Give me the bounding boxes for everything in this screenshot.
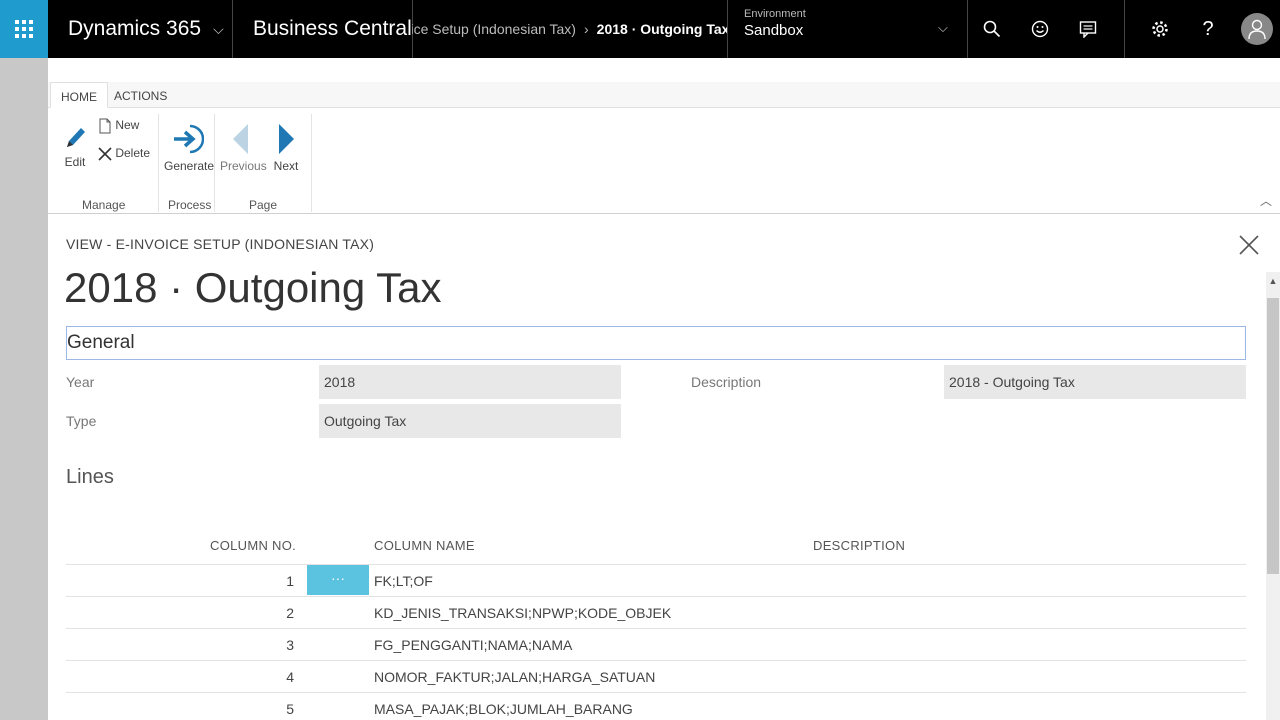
cell-column-name: NOMOR_FAKTUR;JALAN;HARGA_SATUAN [374, 669, 656, 685]
vertical-scrollbar[interactable]: ▲ [1266, 272, 1280, 720]
product-switcher[interactable]: Dynamics 365 ⌵ [68, 0, 224, 58]
action-ribbon: HOME ACTIONS Edit New Delete Generate Pr… [48, 58, 1280, 214]
close-icon[interactable] [1238, 234, 1262, 258]
divider [727, 0, 728, 58]
column-header-description[interactable]: DESCRIPTION [813, 538, 905, 553]
next-button[interactable]: Next [270, 124, 302, 173]
group-divider [214, 114, 215, 212]
group-divider [158, 114, 159, 212]
generate-label: Generate [164, 159, 215, 173]
cell-column-no: 5 [286, 701, 294, 717]
next-arrow-icon [279, 124, 294, 154]
top-bar: Dynamics 365 ⌵ Business Central E-Invoic… [0, 0, 1280, 58]
chat-message-icon[interactable] [1076, 17, 1100, 41]
table-row[interactable]: 3 FG_PENGGANTI;NAMA;NAMA [66, 628, 1246, 660]
help-icon[interactable]: ? [1196, 17, 1220, 41]
cell-column-no: 1 [286, 573, 294, 589]
table-row[interactable]: 5 MASA_PAJAK;BLOK;JUMLAH_BARANG [66, 692, 1246, 720]
chevron-down-icon[interactable]: ⌵ [938, 20, 948, 36]
delete-label: Delete [115, 146, 151, 160]
search-icon[interactable] [980, 17, 1004, 41]
breadcrumb: E-Invoice Setup (Indonesian Tax) › 2018 … [412, 0, 727, 58]
cell-column-name: FK;LT;OF [374, 573, 433, 589]
breadcrumb-current: 2018 · Outgoing Tax [596, 21, 727, 37]
row-more-options-button[interactable]: ··· [307, 565, 369, 595]
environment-label: Environment [744, 8, 806, 20]
column-header-no[interactable]: COLUMN NO. [210, 538, 296, 553]
divider [232, 0, 233, 58]
divider [967, 0, 968, 58]
type-field[interactable]: Outgoing Tax [319, 404, 621, 438]
breadcrumb-parent[interactable]: E-Invoice Setup (Indonesian Tax) [412, 21, 576, 37]
page-content: VIEW - E-INVOICE SETUP (INDONESIAN TAX) … [48, 214, 1280, 720]
group-divider [311, 114, 312, 212]
left-gutter [0, 58, 48, 720]
previous-arrow-icon [233, 124, 248, 154]
pencil-icon [67, 128, 85, 147]
year-label: Year [66, 374, 95, 390]
product-name: Dynamics 365 [68, 17, 202, 40]
collapse-ribbon-icon[interactable]: ︿ [1260, 192, 1272, 209]
tab-actions[interactable]: ACTIONS [104, 82, 177, 108]
new-label: New [115, 118, 140, 133]
type-label: Type [66, 413, 97, 429]
page-title: 2018 · Outgoing Tax [64, 264, 442, 311]
tab-home[interactable]: HOME [50, 82, 108, 108]
cell-column-name: MASA_PAJAK;BLOK;JUMLAH_BARANG [374, 701, 633, 717]
new-document-icon [99, 118, 111, 134]
group-label-process: Process [168, 198, 212, 212]
group-label-page: Page [249, 198, 278, 212]
description-label: Description [691, 374, 762, 390]
group-label-manage: Manage [82, 198, 126, 212]
cell-column-name: KD_JENIS_TRANSAKSI;NPWP;KODE_OBJEK [374, 605, 672, 621]
cell-column-no: 2 [286, 605, 294, 621]
divider [1124, 0, 1125, 58]
cell-column-name: FG_PENGGANTI;NAMA;NAMA [374, 637, 573, 653]
previous-button[interactable]: Previous [220, 124, 267, 173]
environment-picker[interactable]: Environment Sandbox [744, 8, 806, 39]
app-launcher-button[interactable] [0, 0, 48, 58]
generate-arrow-icon [174, 124, 205, 154]
previous-label: Previous [220, 159, 267, 173]
description-field[interactable]: 2018 - Outgoing Tax [944, 365, 1246, 399]
scrollbar-thumb[interactable] [1267, 298, 1279, 574]
app-name[interactable]: Business Central [253, 0, 412, 58]
cell-column-no: 4 [286, 669, 294, 685]
smiley-feedback-icon[interactable] [1028, 17, 1052, 41]
waffle-icon [15, 20, 33, 38]
page-caption: VIEW - E-INVOICE SETUP (INDONESIAN TAX) [66, 236, 375, 252]
generate-button[interactable]: Generate [164, 122, 215, 173]
table-row[interactable]: 2 KD_JENIS_TRANSAKSI;NPWP;KODE_OBJEK [66, 596, 1246, 628]
chevron-down-icon: ⌵ [213, 20, 224, 37]
scroll-up-arrow-icon[interactable]: ▲ [1266, 276, 1280, 286]
edit-button[interactable]: Edit [60, 124, 90, 169]
cell-column-no: 3 [286, 637, 294, 653]
lines-section-title: Lines [66, 466, 114, 488]
ribbon-tabs: HOME ACTIONS [48, 82, 1280, 108]
general-section-header[interactable]: General [66, 326, 1246, 360]
delete-button[interactable]: Delete [98, 146, 150, 161]
delete-x-icon [98, 147, 112, 161]
table-row[interactable]: 4 NOMOR_FAKTUR;JALAN;HARGA_SATUAN [66, 660, 1246, 692]
column-header-name[interactable]: COLUMN NAME [374, 538, 475, 553]
environment-value: Sandbox [744, 22, 804, 39]
chevron-right-icon: › [583, 21, 589, 37]
gear-icon[interactable] [1148, 17, 1172, 41]
edit-label: Edit [64, 155, 86, 169]
year-field[interactable]: 2018 [319, 365, 621, 399]
next-label: Next [273, 159, 299, 173]
table-row[interactable]: 1 ··· FK;LT;OF [66, 564, 1246, 596]
new-button[interactable]: New [98, 118, 139, 134]
avatar[interactable] [1241, 13, 1273, 45]
